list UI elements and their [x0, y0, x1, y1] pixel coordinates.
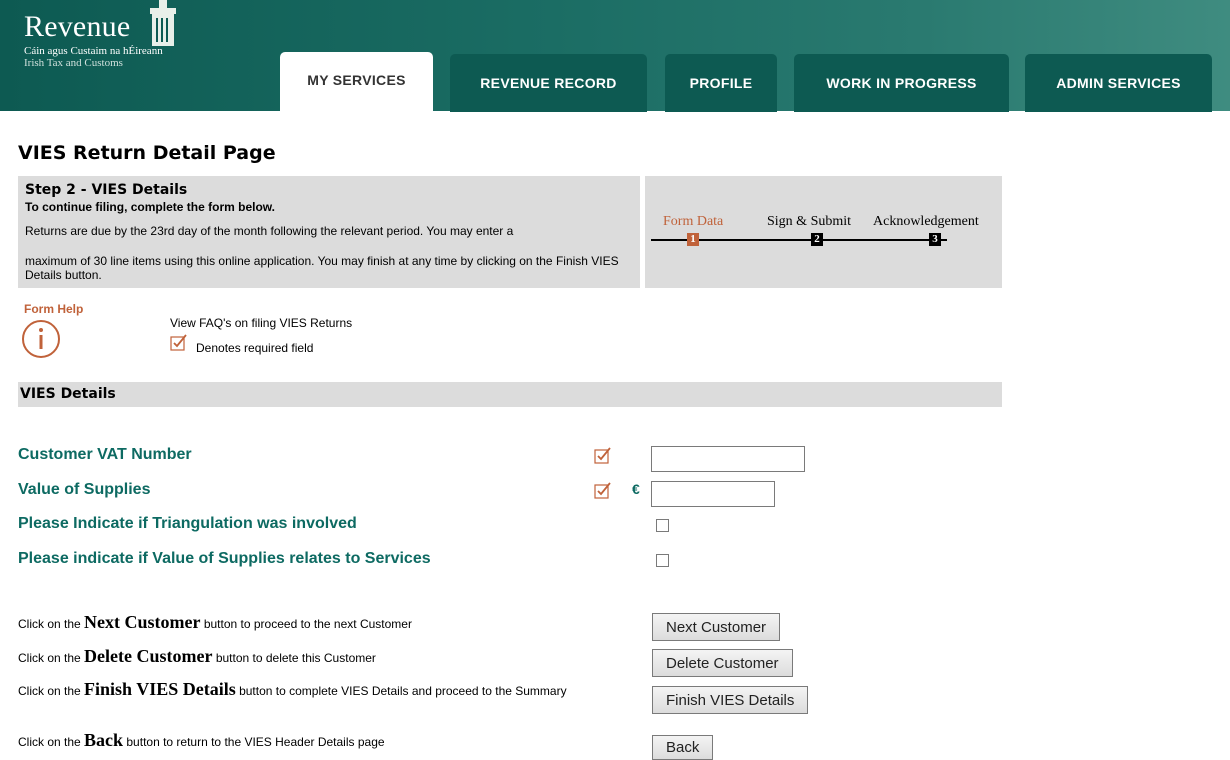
- faq-link[interactable]: View FAQ's on filing VIES Returns: [170, 316, 352, 330]
- value-of-supplies-label: Value of Supplies: [18, 481, 151, 498]
- instruction-text: button to proceed to the next Customer: [200, 617, 412, 631]
- euro-symbol: €: [632, 481, 640, 497]
- instruction-text: Click on the: [18, 735, 85, 749]
- instruction-text: Click on the: [18, 684, 85, 698]
- next-customer-button[interactable]: Next Customer: [652, 613, 781, 641]
- progress-step-3: 3: [929, 233, 941, 246]
- progress-step-2: 2: [811, 233, 823, 246]
- instruction-emphasis: Next Customer: [84, 612, 201, 632]
- progress-label-acknowledgement: Acknowledgement: [873, 214, 979, 229]
- instruction-emphasis: Delete Customer: [84, 646, 213, 666]
- logo-subtitle-english: Irish Tax and Customs: [24, 57, 123, 69]
- instruction-text: Click on the: [18, 651, 85, 665]
- triangulation-checkbox[interactable]: [656, 519, 669, 532]
- triangulation-label: Please Indicate if Triangulation was inv…: [18, 515, 357, 532]
- customer-vat-label: Customer VAT Number: [18, 446, 192, 463]
- required-check-icon: [594, 447, 611, 464]
- instruction-finish-vies: Click on the Finish VIES Details button …: [18, 680, 628, 698]
- page-title: VIES Return Detail Page: [18, 142, 276, 164]
- progress-step-1: 1: [687, 233, 699, 246]
- progress-label-sign-submit: Sign & Submit: [767, 214, 852, 229]
- site-header: Revenue Cáin agus Custaim na hÉireann Ir…: [0, 0, 1230, 132]
- step-title: Step 2 - VIES Details: [25, 182, 188, 198]
- tab-work-in-progress[interactable]: WORK IN PROGRESS: [794, 54, 1009, 112]
- required-field-note: Denotes required field: [196, 341, 314, 355]
- delete-customer-button[interactable]: Delete Customer: [652, 649, 793, 677]
- required-check-icon: [594, 482, 611, 499]
- step-paragraph-1: Returns are due by the 23rd day of the m…: [25, 224, 514, 238]
- vies-details-section-header: VIES Details: [18, 382, 1002, 407]
- value-of-supplies-input[interactable]: [651, 481, 775, 507]
- step-info-panel: Step 2 - VIES Details To continue filing…: [18, 176, 640, 288]
- instruction-text: button to delete this Customer: [212, 651, 376, 665]
- info-icon[interactable]: [19, 319, 63, 359]
- customer-vat-input[interactable]: [651, 446, 805, 472]
- instruction-back: Click on the Back button to return to th…: [18, 731, 628, 749]
- instruction-text: Click on the: [18, 617, 85, 631]
- tab-revenue-record[interactable]: REVENUE RECORD: [450, 54, 647, 112]
- instruction-text: button to return to the VIES Header Deta…: [123, 735, 385, 749]
- instruction-emphasis: Finish VIES Details: [84, 679, 236, 699]
- instruction-delete-customer: Click on the Delete Customer button to d…: [18, 647, 628, 665]
- progress-indicator: Form Data Sign & Submit Acknowledgement …: [645, 176, 1002, 288]
- section-title: VIES Details: [20, 386, 116, 402]
- tab-my-services[interactable]: MY SERVICES: [280, 52, 433, 132]
- instruction-text: button to complete VIES Details and proc…: [235, 684, 567, 698]
- tab-admin-services[interactable]: ADMIN SERVICES: [1025, 54, 1212, 112]
- required-field-icon: [170, 334, 187, 351]
- step-subtitle: To continue filing, complete the form be…: [25, 200, 276, 214]
- services-checkbox[interactable]: [656, 554, 669, 567]
- form-help-title: Form Help: [24, 302, 84, 316]
- tab-profile[interactable]: PROFILE: [665, 54, 777, 112]
- harp-icon: [150, 0, 176, 46]
- progress-label-form-data: Form Data: [663, 214, 724, 229]
- instruction-next-customer: Click on the Next Customer button to pro…: [18, 613, 628, 631]
- instruction-emphasis: Back: [84, 730, 124, 750]
- services-label: Please indicate if Value of Supplies rel…: [18, 550, 431, 567]
- finish-vies-details-button[interactable]: Finish VIES Details: [652, 686, 809, 714]
- back-button[interactable]: Back: [652, 735, 714, 760]
- step-paragraph-2: maximum of 30 line items using this onli…: [25, 254, 619, 282]
